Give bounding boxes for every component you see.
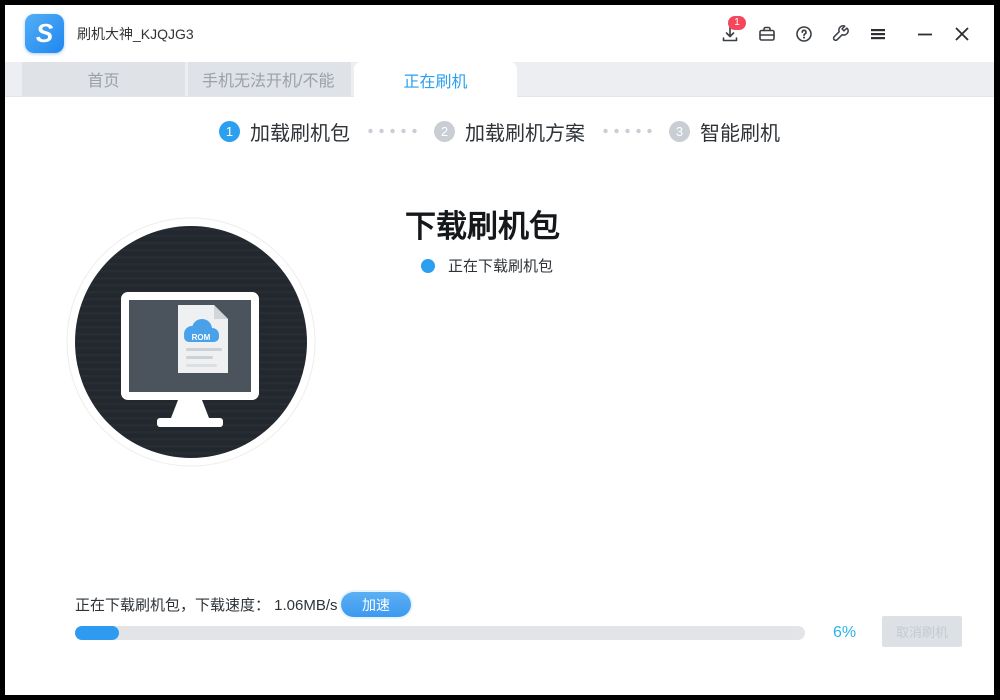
step-dots-separator [363,124,421,138]
tab-phone-cant-boot[interactable]: 手机无法开机/不能 [188,62,351,96]
tab-flashing-active[interactable]: 正在刷机 [354,62,517,97]
download-icon[interactable]: 1 [718,22,742,46]
step-1: 1 加载刷机包 [219,117,350,146]
rom-cloud-label: ROM [192,333,211,342]
step-1-label: 加载刷机包 [250,117,350,146]
app-window: S 刷机大神_KJQJG3 1 [5,5,994,695]
titlebar-icons: 1 [718,5,974,62]
tab-home[interactable]: 首页 [22,62,185,96]
help-icon[interactable] [792,22,816,46]
task-status-dot [421,259,435,273]
wrench-icon[interactable] [829,22,853,46]
step-dots-separator [598,124,656,138]
page-title: 下载刷机包 [405,201,560,246]
step-2-label: 加载刷机方案 [465,117,585,146]
close-icon[interactable] [950,22,974,46]
download-badge: 1 [728,16,746,30]
step-2: 2 加载刷机方案 [434,117,585,146]
step-indicator: 1 加载刷机包 2 加载刷机方案 3 智能刷机 [5,111,994,151]
step-3-label: 智能刷机 [700,117,780,146]
download-illustration: ROM [66,217,316,467]
app-logo-letter: S [36,20,53,46]
task-status-text: 正在下载刷机包 [448,255,553,276]
progress-percent-label: 6% [833,624,856,642]
app-logo-icon: S [25,14,64,53]
step-3: 3 智能刷机 [669,117,780,146]
boost-button[interactable]: 加速 [341,592,411,617]
progress-bar [75,626,805,640]
toolbox-icon[interactable] [755,22,779,46]
step-3-circle: 3 [669,121,690,142]
cancel-flash-button[interactable]: 取消刷机 [882,616,962,647]
current-task-row: 正在下载刷机包 [421,255,553,276]
step-2-circle: 2 [434,121,455,142]
tabbar: 首页 手机无法开机/不能 正在刷机 [5,62,994,97]
monitor-base [157,418,223,427]
download-status-text: 正在下载刷机包，下载速度： 1.06MB/s [75,594,338,615]
menu-icon[interactable] [866,22,890,46]
step-1-circle: 1 [219,121,240,142]
minimize-icon[interactable] [913,22,937,46]
progress-fill [75,626,119,640]
titlebar: S 刷机大神_KJQJG3 1 [5,5,994,62]
app-title: 刷机大神_KJQJG3 [77,5,194,62]
